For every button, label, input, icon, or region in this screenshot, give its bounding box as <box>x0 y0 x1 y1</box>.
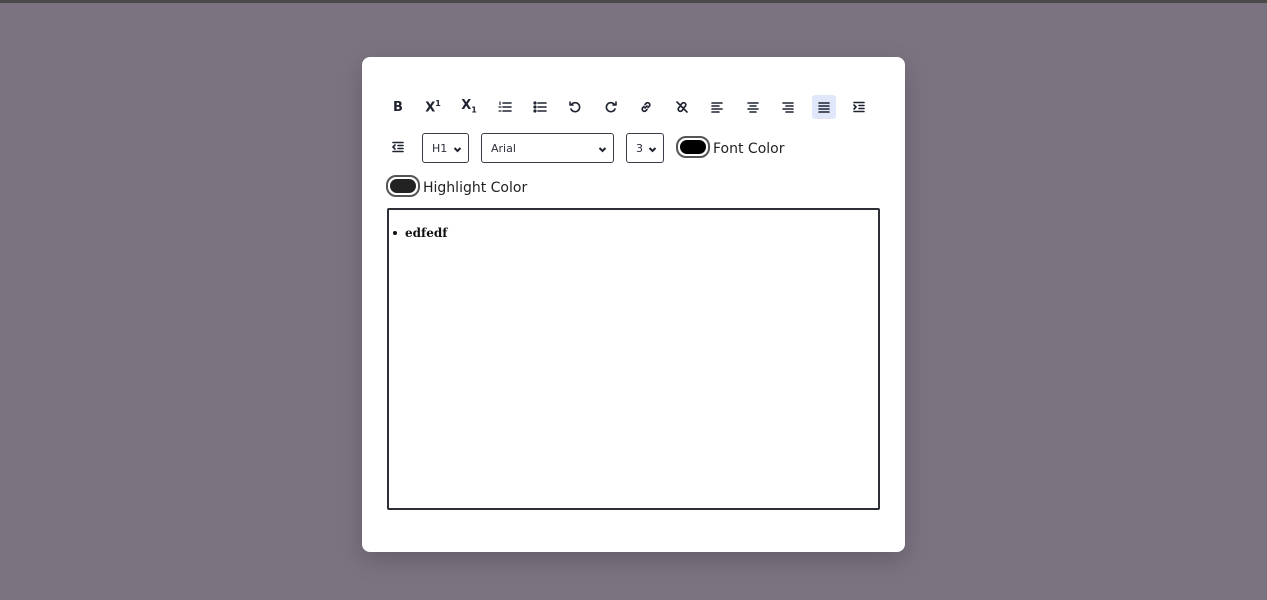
align-left-icon <box>711 102 723 113</box>
link-button[interactable] <box>634 95 658 119</box>
highlight-color-picker[interactable] <box>386 175 420 197</box>
align-center-icon <box>747 102 759 113</box>
outdent-icon <box>392 141 404 153</box>
align-right-icon <box>782 102 794 113</box>
font-family-select-value: Arial <box>491 141 516 155</box>
align-right-button[interactable] <box>776 95 800 119</box>
indent-icon <box>853 101 865 113</box>
toolbar-row-2: H1 Arial 3 Font Color <box>386 133 882 165</box>
chevron-down-icon <box>598 144 607 153</box>
unordered-list-button[interactable] <box>528 95 552 119</box>
redo-button[interactable] <box>599 95 623 119</box>
superscript-icon: X1 <box>425 98 441 116</box>
bold-icon: B <box>393 99 403 115</box>
editor-content-area[interactable]: edfedf <box>387 208 880 510</box>
bold-button[interactable]: B <box>386 95 410 119</box>
outdent-button[interactable] <box>386 135 410 159</box>
ordered-list-button[interactable] <box>493 95 517 119</box>
align-left-button[interactable] <box>705 95 729 119</box>
subscript-icon: X1 <box>461 98 477 115</box>
unordered-list-icon <box>533 101 547 113</box>
font-size-select-value: 3 <box>636 141 643 155</box>
font-size-select[interactable]: 3 <box>626 133 664 163</box>
chevron-down-icon <box>453 144 462 153</box>
justify-icon <box>818 102 830 113</box>
font-color-picker[interactable] <box>676 136 710 158</box>
font-family-select[interactable]: Arial <box>481 133 614 163</box>
superscript-button[interactable]: X1 <box>421 95 445 119</box>
align-center-button[interactable] <box>741 95 765 119</box>
heading-select-value: H1 <box>432 141 448 155</box>
toolbar-row-1: B X1 X1 <box>386 95 882 123</box>
chevron-down-icon <box>648 144 657 153</box>
rich-text-editor-card: B X1 X1 H1 Arial 3 Font Color Highlight … <box>362 57 905 552</box>
heading-select[interactable]: H1 <box>422 133 469 163</box>
undo-button[interactable] <box>563 95 587 119</box>
undo-icon <box>569 101 581 113</box>
highlight-color-label: Highlight Color <box>423 180 528 196</box>
unlink-icon <box>676 101 688 113</box>
subscript-button[interactable]: X1 <box>457 95 481 119</box>
link-icon <box>641 101 651 113</box>
justify-button[interactable] <box>812 95 836 119</box>
editor-toolbar: B X1 X1 H1 Arial 3 Font Color Highlight … <box>386 95 882 197</box>
redo-icon <box>605 101 617 113</box>
highlight-color-swatch <box>390 179 416 193</box>
window-top-border <box>0 0 1267 3</box>
indent-button[interactable] <box>847 95 871 119</box>
bullet-icon <box>393 231 397 235</box>
unlink-button[interactable] <box>670 95 694 119</box>
list-item: edfedf <box>393 226 447 240</box>
toolbar-row-3: Highlight Color <box>386 175 882 197</box>
font-color-label: Font Color <box>713 141 785 157</box>
ordered-list-icon <box>498 101 512 112</box>
list-item-text: edfedf <box>405 226 448 240</box>
font-color-swatch <box>680 140 706 154</box>
